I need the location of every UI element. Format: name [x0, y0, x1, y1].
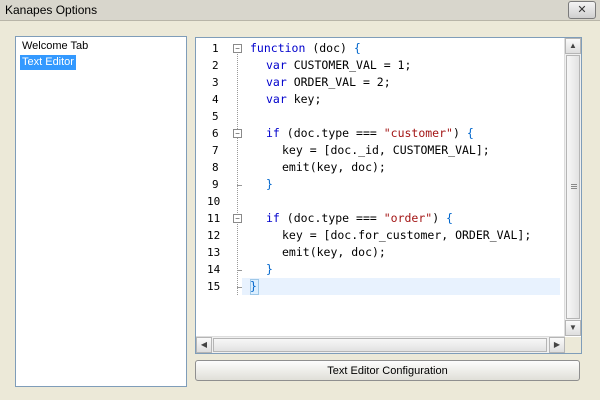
keyword-token: if — [266, 211, 280, 225]
brace-token: { — [446, 211, 453, 225]
line-number: 4 — [212, 93, 219, 106]
scroll-up-arrow-icon[interactable]: ▲ — [565, 38, 581, 54]
line-number: 10 — [207, 195, 221, 208]
close-button[interactable]: ✕ — [568, 1, 596, 19]
vertical-scrollbar[interactable]: ▲ ▼ — [564, 38, 581, 336]
scrollbar-corner — [565, 337, 581, 353]
line-number: 9 — [212, 178, 219, 191]
string-token: "customer" — [383, 126, 453, 140]
code-token: var key; — [266, 92, 322, 106]
line-number: 13 — [207, 246, 221, 259]
code-line-4: var key; — [266, 91, 321, 108]
text-editor-configuration-button[interactable]: Text Editor Configuration — [195, 360, 580, 381]
brace-token: } — [266, 262, 273, 276]
brace-token: { — [466, 126, 474, 140]
code-token: emit(key, doc); — [282, 245, 386, 259]
fold-end-tick — [237, 270, 242, 271]
code-line-3: var ORDER_VAL = 2; — [266, 74, 391, 91]
line-number: 5 — [212, 110, 219, 123]
keyword-token: var — [266, 58, 287, 72]
code-line-15: } — [250, 278, 257, 295]
code-line-8: emit(key, doc); — [282, 159, 386, 176]
line-number: 1 — [212, 42, 219, 55]
code-line-12: key = [doc.for_customer, ORDER_VAL]; — [282, 227, 531, 244]
line-number: 8 — [212, 161, 219, 174]
window-title: Kanapes Options — [5, 3, 98, 17]
code-token: var ORDER_VAL = 2; — [266, 75, 391, 89]
code-line-13: emit(key, doc); — [282, 244, 386, 261]
keyword-token: var — [266, 75, 287, 89]
code-token: (doc) — [305, 41, 354, 55]
brace-token: { — [353, 41, 361, 55]
line-number: 11 — [207, 212, 221, 225]
fold-end-tick — [237, 287, 242, 288]
line-number: 2 — [212, 59, 219, 72]
keyword-token: if — [266, 126, 280, 140]
code-token: if (doc.type === — [266, 126, 384, 140]
category-text-editor[interactable]: Text Editor — [20, 55, 76, 70]
line-number: 6 — [212, 127, 219, 140]
vertical-scroll-thumb[interactable] — [566, 55, 580, 319]
code-line-6: if (doc.type === "customer") { — [266, 125, 474, 142]
fold-toggle-icon[interactable]: − — [233, 44, 242, 53]
title-bar: Kanapes Options ✕ — [0, 0, 600, 21]
options-category-list: Welcome Tab Text Editor — [15, 36, 187, 387]
line-number-gutter: 1 2 3 4 5 6 7 8 9 10 11 12 13 14 15 — [196, 38, 236, 353]
code-token: emit(key, doc); — [282, 160, 386, 174]
fold-end-tick — [237, 185, 242, 186]
code-line-2: var CUSTOMER_VAL = 1; — [266, 57, 411, 74]
keyword-token: function — [250, 41, 306, 55]
code-token: ) — [452, 126, 467, 140]
string-token: "order" — [383, 211, 433, 225]
code-line-9: } — [266, 176, 273, 193]
code-line-1: function (doc) { — [250, 40, 361, 57]
category-welcome-tab[interactable]: Welcome Tab — [20, 39, 90, 54]
brace-token: } — [266, 177, 273, 191]
scroll-right-arrow-icon[interactable]: ▶ — [549, 337, 565, 353]
scroll-left-arrow-icon[interactable]: ◀ — [196, 337, 212, 353]
code-token: if (doc.type === — [266, 211, 384, 225]
line-number: 15 — [207, 280, 221, 293]
brace-token: } — [250, 279, 257, 293]
grip-icon — [571, 186, 577, 187]
code-token: ) — [432, 211, 447, 225]
line-number: 12 — [207, 229, 221, 242]
scroll-down-arrow-icon[interactable]: ▼ — [565, 320, 581, 336]
code-token: var CUSTOMER_VAL = 1; — [266, 58, 412, 72]
code-token: key = [doc.for_customer, ORDER_VAL]; — [282, 228, 532, 242]
code-line-14: } — [266, 261, 273, 278]
code-editor[interactable]: 1 2 3 4 5 6 7 8 9 10 11 12 13 14 15 − − … — [195, 37, 582, 354]
code-token: key = [doc._id, CUSTOMER_VAL]; — [282, 143, 490, 157]
current-line-highlight — [242, 278, 560, 295]
line-number: 3 — [212, 76, 219, 89]
grip-icon — [571, 184, 577, 185]
line-number: 14 — [207, 263, 221, 276]
code-line-11: if (doc.type === "order") { — [266, 210, 453, 227]
code-line-7: key = [doc._id, CUSTOMER_VAL]; — [282, 142, 490, 159]
horizontal-scrollbar[interactable]: ◀ ▶ — [196, 336, 565, 353]
line-number: 7 — [212, 144, 219, 157]
grip-icon — [571, 188, 577, 189]
fold-guide-line — [237, 48, 239, 295]
keyword-token: var — [266, 92, 287, 106]
horizontal-scroll-thumb[interactable] — [213, 338, 547, 352]
fold-toggle-icon[interactable]: − — [233, 214, 242, 223]
fold-toggle-icon[interactable]: − — [233, 129, 242, 138]
